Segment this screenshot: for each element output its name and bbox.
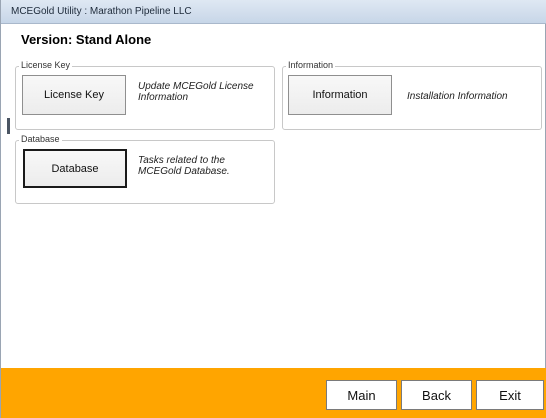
database-group-legend: Database [19,134,62,144]
information-description: Installation Information [407,91,508,102]
information-group-legend: Information [286,60,336,70]
license-key-button[interactable]: License Key [22,75,126,115]
license-key-group: License Key License Key Update MCEGold L… [15,60,275,130]
window-title: MCEGold Utility : Marathon Pipeline LLC [11,6,192,17]
bottom-navigation-bar: Main Back Exit [1,368,546,418]
exit-button[interactable]: Exit [476,380,544,410]
database-description: Tasks related to the MCEGold Database. [138,155,230,177]
main-window: MCEGold Utility : Marathon Pipeline LLC … [0,0,546,418]
database-button[interactable]: Database [23,149,127,188]
back-button[interactable]: Back [401,380,472,410]
information-group: Information Information Installation Inf… [282,60,542,130]
license-key-description: Update MCEGold License Information [138,81,254,103]
database-group: Database Database Tasks related to the M… [15,134,275,204]
window-edge-marker [7,118,10,134]
license-key-group-legend: License Key [19,60,73,70]
title-bar[interactable]: MCEGold Utility : Marathon Pipeline LLC [1,0,546,24]
main-button[interactable]: Main [326,380,397,410]
version-label: Version: Stand Alone [21,32,152,47]
information-button[interactable]: Information [288,75,392,115]
